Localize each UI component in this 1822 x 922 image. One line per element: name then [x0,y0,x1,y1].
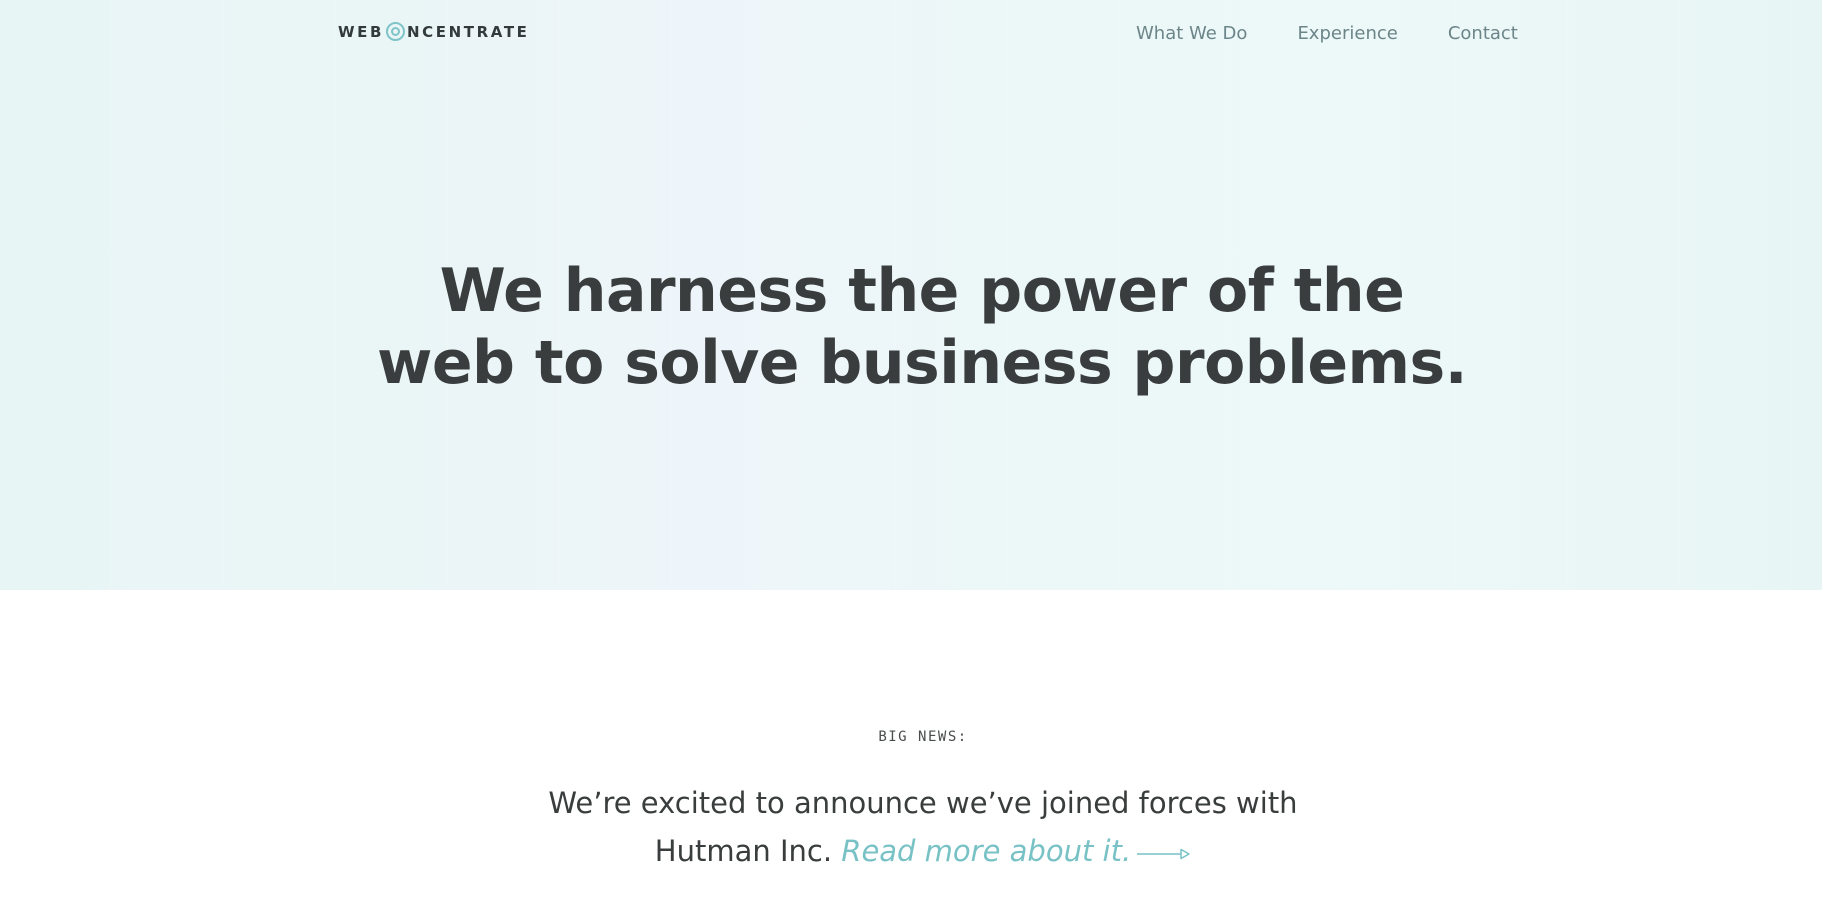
read-more-link[interactable]: Read more about it. [841,834,1131,868]
hero-headline: We harness the power of the web to solve… [0,255,1822,399]
hero-headline-line-1: We harness the power of the [439,256,1405,326]
hero-headline-line-2: web to solve business problems. [376,328,1468,398]
nav-item-what-we-do[interactable]: What We Do [1136,23,1247,44]
news-label: BIG NEWS: [878,729,968,745]
nav-item-contact[interactable]: Contact [1448,23,1518,44]
news-text-line-1: We’re excited to announce we’ve joined f… [548,786,1298,820]
arrow-right-icon[interactable] [1137,826,1191,874]
logo-text-ncentrate: NCENTRATE [407,22,530,41]
read-more-link-text: Read more about it. [841,834,1132,868]
main-nav: What We Do Experience Contact [1136,23,1518,44]
news-text-line-2: Hutman Inc. [654,834,833,868]
logo-text-web: WEB [338,22,385,41]
news-announcement: We’re excited to announce we’ve joined f… [0,779,1822,877]
site-logo[interactable]: WEB NCENTRATE [338,22,530,41]
nav-item-experience[interactable]: Experience [1297,23,1397,44]
concentric-circles-icon [386,22,406,41]
